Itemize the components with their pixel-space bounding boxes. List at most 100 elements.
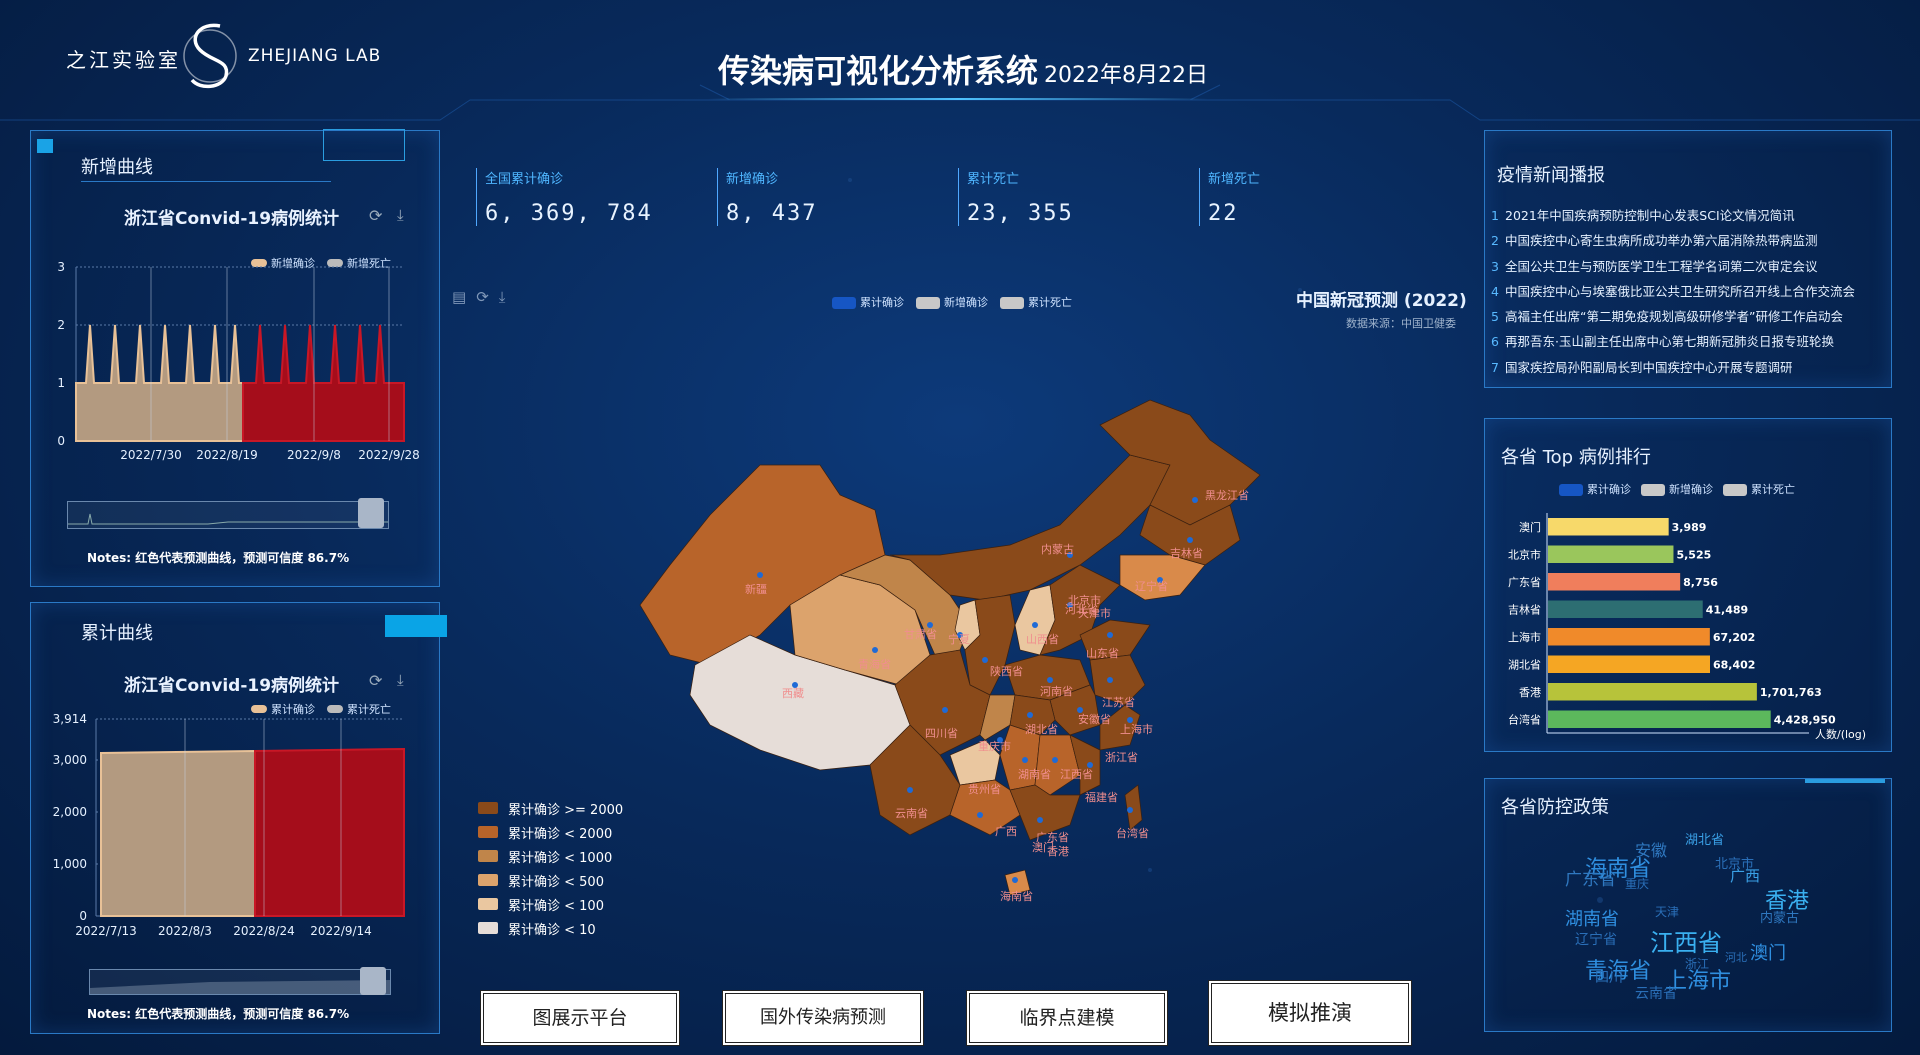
stat-label: 新增死亡 [1208,172,1261,187]
news-item[interactable]: 1 2021年中国疾病预防控制中心发表SCI论文情况简讯 [1485,203,1889,228]
map-title: 中国新冠预测 (2022) [1296,291,1467,311]
map-label: 河南省 [1040,685,1073,698]
legend-item[interactable]: 新增确诊 [916,294,988,310]
stat-new-confirmed: 新增确诊 8, 437 [717,168,958,226]
policy-word[interactable]: 湖北省 [1685,829,1724,848]
province-taiwan[interactable] [1124,784,1143,831]
refresh-icon[interactable]: ⟳ [369,206,382,225]
legend-label: 累计确诊 [860,296,904,309]
policy-word[interactable]: 天津 [1655,903,1679,920]
scale-item[interactable]: 累计确诊 < 2000 [478,820,623,844]
policy-word[interactable]: 湖南省 [1565,905,1619,931]
map-label: 西藏 [782,687,804,700]
legend-item[interactable]: 累计确诊 [832,294,904,310]
y-tick: 2,000 [53,805,87,819]
news-item[interactable]: 2 中国疾控中心寄生虫病所成功举办第六届消除热带病监测 [1485,228,1889,253]
map-scale-legend: 累计确诊 >= 2000 累计确诊 < 2000 累计确诊 < 1000 累计确… [478,796,623,940]
policy-word[interactable]: 江西省 [1650,923,1722,958]
scale-label: 累计确诊 < 10 [508,922,596,938]
x-tick: 2022/9/28 [358,448,420,462]
news-item[interactable]: 6 再那吾东·玉山副主任出席中心第七期新冠肺炎日报专班轮换 [1485,329,1889,354]
map-label: 湖北省 [1025,723,1058,736]
map-label: 青海省 [858,657,891,671]
news-item[interactable]: 3 全国公共卫生与预防医学卫生工程学名词第二次审定会议 [1485,254,1889,279]
map-label: 山西省 [1026,633,1059,646]
foreign-forecast-button[interactable]: 国外传染病预测 [722,990,924,1046]
news-item[interactable]: 5 高福主任出席“第二期免疫规划高级研修学者”研修工作启动会 [1485,304,1889,329]
map-source: 数据来源：中国卫健委 [1346,317,1456,330]
legend-label: 新增确诊 [944,296,988,309]
bar-category-label: 广东省 [1508,576,1541,589]
map-toolbar: ▤ ⟳ ⤓ [452,288,505,306]
scale-label: 累计确诊 >= 2000 [508,802,624,818]
new-curve-notes: Notes: 红色代表预测曲线，预测可信度 86.7% [87,551,350,565]
scale-item[interactable]: 累计确诊 < 500 [478,868,623,892]
x-tick: 2022/8/24 [233,924,295,938]
y-tick: 1 [57,376,65,390]
ranking-panel-title: 各省 Top 病例排行 [1501,447,1651,468]
zoom-slider-handle[interactable] [358,498,384,528]
legend-label: 新增确诊 [1669,483,1713,496]
cum-curve-zoom-slider[interactable] [89,967,391,995]
x-tick: 6 [1631,739,1638,741]
policy-word[interactable]: 云南省 [1635,983,1677,1003]
province-liaoning[interactable] [1119,554,1206,601]
scale-label: 累计确诊 < 1000 [508,850,613,866]
zoom-slider-handle[interactable] [360,967,386,995]
china-map[interactable]: 黑龙江省 吉林省 辽宁省 内蒙古 北京市 天津市 河北省 山西省 山东省 新疆 … [630,395,1290,915]
map-label: 四川省 [925,727,958,740]
refresh-icon[interactable]: ⟳ [369,671,382,690]
news-item[interactable]: 7 国家疾控局孙阳副局长到中国疾控中心开展专题调研 [1485,355,1889,380]
scale-item[interactable]: 累计确诊 < 100 [478,892,623,916]
legend-label: 累计死亡 [1028,296,1072,309]
new-curve-zoom-slider[interactable] [67,498,389,529]
cum-curve-chart: 3,914 3,000 2,000 1,000 0 2022/7/13 2022… [53,713,405,938]
stat-value: 23, 355 [967,201,1074,226]
legend-item[interactable]: 累计死亡 [1000,294,1072,310]
download-icon[interactable]: ⤓ [499,288,506,306]
ranking-bar [1548,683,1757,701]
news-text: 2021年中国疾病预防控制中心发表SCI论文情况简讯 [1505,208,1795,223]
panel-edge-decor [1805,779,1885,783]
page-title: 传染病可视化分析系统 2022年8月22日 [718,46,1208,92]
policy-word[interactable]: 澳门 [1750,939,1786,965]
policy-word[interactable]: 广东省 [1565,865,1616,890]
stat-total-deaths: 累计死亡 23, 355 [958,168,1199,226]
critical-point-button[interactable]: 临界点建模 [966,990,1168,1046]
bar-value-label: 4,428,950 [1774,713,1836,726]
legend-item[interactable]: 累计确诊 [1559,481,1631,497]
download-icon[interactable]: ⤓ [397,671,404,689]
ranking-bar [1548,518,1669,536]
news-item[interactable]: 4 中国疾控中心与埃塞俄比亚公共卫生研究所召开线上合作交流会 [1485,279,1889,304]
news-text: 国家疾控局孙阳副局长到中国疾控中心开展专题调研 [1505,359,1793,375]
legend-item[interactable]: 累计死亡 [1723,481,1795,497]
policy-word[interactable]: 内蒙古 [1760,907,1799,926]
download-icon[interactable]: ⤓ [397,206,404,224]
scale-item[interactable]: 累计确诊 < 10 [478,916,623,940]
policy-panel-title: 各省防控政策 [1501,797,1609,818]
news-text: 全国公共卫生与预防医学卫生工程学名词第二次审定会议 [1505,258,1818,274]
scale-item[interactable]: 累计确诊 >= 2000 [478,796,623,820]
bar-value-label: 8,756 [1683,576,1718,589]
refresh-icon[interactable]: ⟳ [476,288,489,306]
ranking-bar [1548,655,1711,673]
y-tick: 2 [57,318,65,332]
map-label: 台湾省 [1116,826,1149,840]
policy-word[interactable]: 四川 [1595,967,1623,987]
policy-word[interactable]: 广西 [1730,865,1760,886]
legend-item[interactable]: 新增确诊 [1641,481,1713,497]
x-tick: 2022/9/8 [287,448,341,462]
cum-curve-notes: Notes: 红色代表预测曲线，预测可信度 86.7% [87,1007,350,1021]
policy-word[interactable]: 重庆 [1625,875,1649,892]
scale-label: 累计确诊 < 500 [508,874,604,890]
bar-category-label: 上海市 [1508,630,1541,644]
simulation-button[interactable]: 模拟推演 [1208,980,1412,1046]
map-label: 河北省 [1065,603,1098,616]
policy-word[interactable]: 辽宁省 [1575,929,1617,949]
data-view-icon[interactable]: ▤ [452,288,466,306]
graph-platform-button[interactable]: 图展示平台 [480,990,680,1046]
bar-value-label: 68,402 [1713,658,1755,671]
scale-item[interactable]: 累计确诊 < 1000 [478,844,623,868]
y-tick: 3,914 [53,713,87,726]
map-label: 重庆市 [978,739,1011,753]
